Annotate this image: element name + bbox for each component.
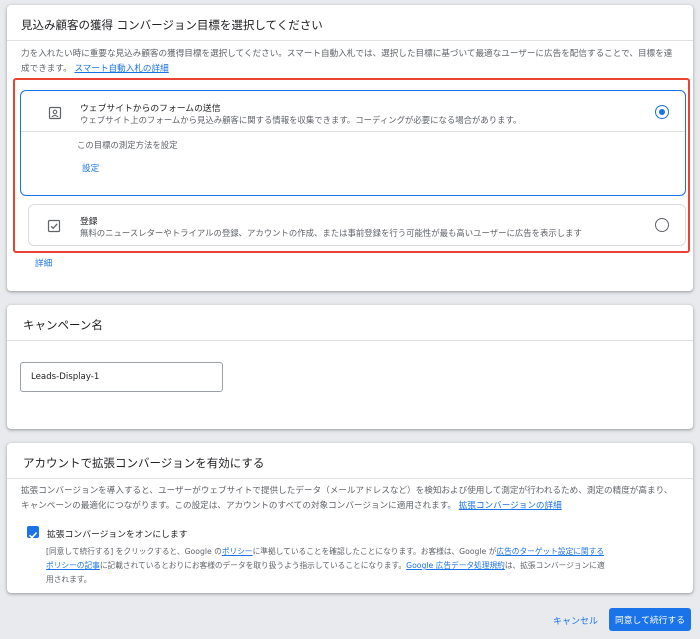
goal-option-title: 登録: [80, 217, 98, 227]
measure-method-label: この目標の測定方法を設定: [77, 140, 178, 150]
policy-notice: [同意して続行する] をクリックすると、Google のポリシーに準拠しているこ…: [46, 547, 605, 584]
goal-details-link[interactable]: 詳細: [35, 257, 52, 269]
goal-option-radio-selected[interactable]: [655, 105, 669, 119]
enhanced-conversions-checkbox[interactable]: [27, 526, 39, 539]
goal-option-title: ウェブサイトからのフォームの送信: [80, 104, 221, 114]
campaign-name-card: キャンペーン名: [7, 305, 693, 429]
goal-option-subtitle: 無料のニュースレターやトライアルの登録、アカウントの作成、または事前登録を行う可…: [80, 228, 582, 238]
conversion-goal-description: 力を入れたい時に重要な見込み顧客の獲得目標を選択してください。スマート自動入札で…: [21, 49, 673, 74]
enhanced-conversions-details-link[interactable]: 拡張コンバージョンの詳細: [459, 501, 562, 511]
goal-option-form-submission[interactable]: ウェブサイトからのフォームの送信 ウェブサイト上のフォームから見込み顧客に関する…: [20, 90, 686, 196]
conversion-goal-card: 見込み顧客の獲得 コンバージョン目標を選択してください 力を入れたい時に重要な見…: [7, 5, 693, 291]
goal-option-signup[interactable]: 登録 無料のニュースレターやトライアルの登録、アカウントの作成、または事前登録を…: [28, 204, 686, 246]
enhanced-conversions-description: 拡張コンバージョンを導入すると、ユーザーがウェブサイトで提供したデータ（メールア…: [21, 486, 673, 511]
smart-bidding-learn-more-link[interactable]: スマート自動入札の詳細: [74, 64, 168, 74]
goal-option-radio[interactable]: [655, 218, 669, 232]
campaign-name-title: キャンペーン名: [7, 305, 693, 341]
enhanced-conversions-checkbox-label: 拡張コンバージョンをオンにします: [47, 530, 188, 540]
policy-link[interactable]: ポリシー: [222, 547, 253, 556]
enhanced-conversions-card: アカウントで拡張コンバージョンを有効にする 拡張コンバージョンを導入すると、ユー…: [7, 443, 693, 593]
contact-form-icon: [48, 105, 62, 120]
agree-continue-button[interactable]: 同意して続行する: [609, 608, 691, 631]
checkmark-icon: [28, 532, 38, 539]
campaign-name-input[interactable]: [20, 362, 223, 392]
checkbox-clipboard-icon: [47, 218, 61, 233]
enhanced-conversions-title: アカウントで拡張コンバージョンを有効にする: [7, 443, 693, 479]
option-divider: [21, 131, 685, 132]
data-processing-terms-link[interactable]: Google 広告データ処理規約: [406, 561, 505, 570]
setup-link[interactable]: 設定: [82, 162, 99, 174]
cancel-button[interactable]: キャンセル: [553, 614, 598, 627]
conversion-goal-title: 見込み顧客の獲得 コンバージョン目標を選択してください: [7, 5, 693, 41]
goal-option-subtitle: ウェブサイト上のフォームから見込み顧客に関する情報を収集できます。コーディングが…: [80, 115, 522, 125]
